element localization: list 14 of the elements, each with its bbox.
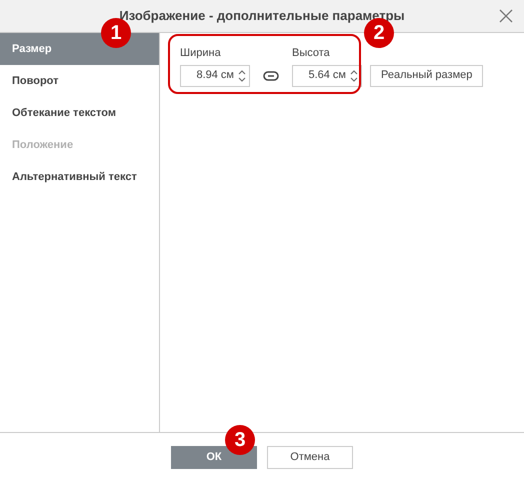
actual-size-button[interactable]: Реальный размер [370, 64, 484, 86]
close-icon[interactable] [498, 8, 514, 24]
width-label: Ширина [180, 46, 222, 61]
spinner-icon[interactable] [238, 68, 246, 84]
spinner-icon[interactable] [350, 68, 358, 84]
width-field[interactable]: 8.94 см [180, 64, 250, 86]
sidebar-item[interactable]: Альтернативный текст [0, 161, 159, 193]
sidebar-item[interactable]: Поворот [0, 65, 159, 97]
callout-overlay: 3 [225, 425, 255, 455]
cancel-button[interactable]: Отмена [267, 446, 353, 468]
link-icon[interactable] [263, 70, 279, 80]
height-label: Высота [292, 46, 331, 61]
sidebar-item[interactable]: Обтекание текстом [0, 97, 159, 129]
height-field[interactable]: 5.64 см [292, 64, 362, 86]
